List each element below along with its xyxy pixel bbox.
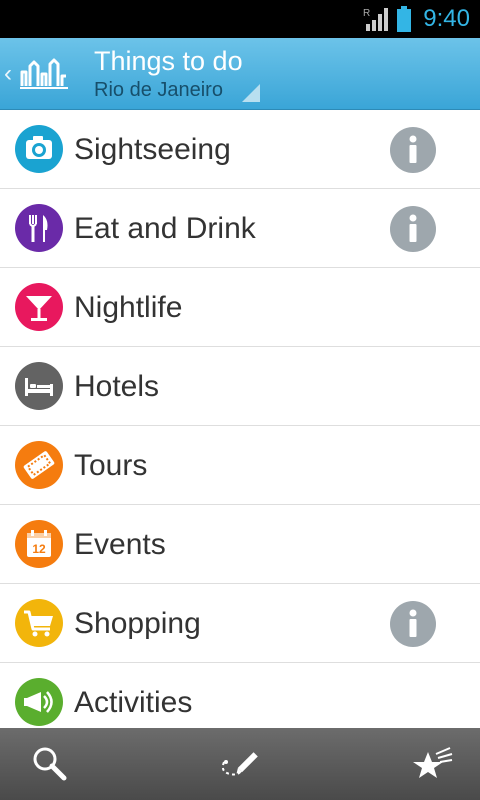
ticket-icon bbox=[15, 441, 63, 489]
list-item-label: Hotels bbox=[74, 370, 160, 403]
info-icon[interactable] bbox=[390, 601, 436, 647]
shopping-cart-icon bbox=[15, 599, 63, 647]
chevron-left-icon[interactable]: ‹ bbox=[4, 62, 12, 86]
list-item-sightseeing[interactable]: Sightseeing bbox=[0, 110, 480, 189]
route-button[interactable] bbox=[218, 742, 262, 786]
info-icon[interactable] bbox=[390, 206, 436, 252]
list-item-label: Nightlife bbox=[74, 291, 183, 324]
city-skyline-logo-icon[interactable] bbox=[20, 58, 68, 90]
calendar-icon: 12 bbox=[15, 520, 63, 568]
list-item-label: Activities bbox=[74, 686, 193, 719]
status-time: 9:40 bbox=[423, 5, 470, 32]
calendar-day: 12 bbox=[32, 542, 46, 556]
signal-roaming-icon: R bbox=[363, 8, 388, 31]
list-item-hotels[interactable]: Hotels bbox=[0, 347, 480, 426]
search-icon bbox=[33, 747, 67, 781]
app-bar: ‹ Things to do Rio de Janeiro bbox=[0, 38, 480, 110]
list-item-label: Events bbox=[74, 528, 166, 561]
list-item-shopping[interactable]: Shopping bbox=[0, 584, 480, 663]
list-item-eat-and-drink[interactable]: Eat and Drink bbox=[0, 189, 480, 268]
status-bar: R 9:40 bbox=[0, 0, 480, 38]
dropdown-triangle-icon[interactable] bbox=[242, 84, 260, 102]
camera-icon bbox=[15, 125, 63, 173]
category-list: Sightseeing Eat and Drink Nightlife Hote… bbox=[0, 110, 480, 728]
list-item-label: Sightseeing bbox=[74, 133, 231, 166]
info-icon[interactable] bbox=[390, 127, 436, 173]
megaphone-icon bbox=[15, 678, 63, 726]
list-item-tours[interactable]: Tours bbox=[0, 426, 480, 505]
battery-icon bbox=[397, 6, 411, 32]
list-item-label: Tours bbox=[74, 449, 148, 482]
route-pen-icon bbox=[221, 752, 258, 776]
list-item-label: Eat and Drink bbox=[74, 212, 256, 245]
list-item-nightlife[interactable]: Nightlife bbox=[0, 268, 480, 347]
list-item-label: Shopping bbox=[74, 607, 201, 640]
fork-knife-icon bbox=[15, 204, 63, 252]
list-item-events[interactable]: 12 Events bbox=[0, 505, 480, 584]
city-selector[interactable]: Rio de Janeiro bbox=[94, 78, 223, 102]
page-title: Things to do bbox=[94, 46, 243, 76]
search-button[interactable] bbox=[28, 742, 72, 786]
svg-text:R: R bbox=[363, 8, 370, 19]
bottom-toolbar bbox=[0, 728, 480, 800]
list-item-activities[interactable]: Activities bbox=[0, 663, 480, 728]
favorite-stars-icon bbox=[413, 747, 453, 778]
favorites-button[interactable] bbox=[410, 742, 454, 786]
cocktail-icon bbox=[15, 283, 63, 331]
bed-icon bbox=[15, 362, 63, 410]
